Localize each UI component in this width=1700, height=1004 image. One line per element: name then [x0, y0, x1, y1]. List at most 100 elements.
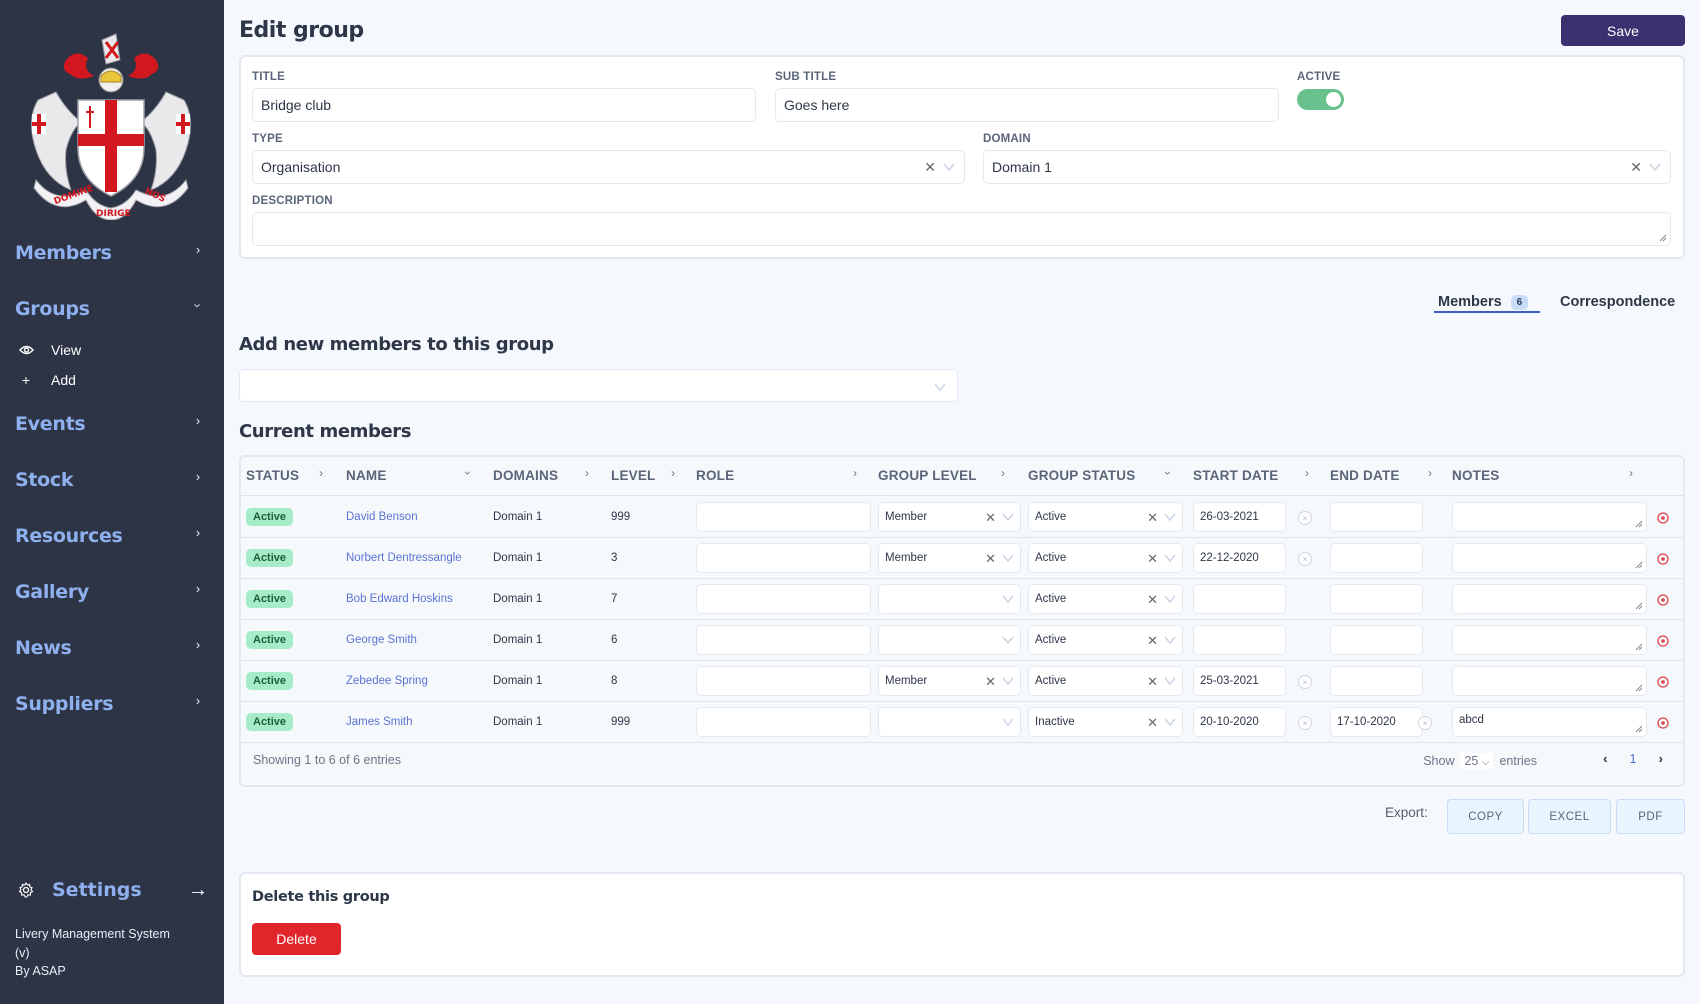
role-input[interactable] [696, 502, 871, 532]
start-date-input[interactable]: 25-03-2021 [1193, 666, 1286, 696]
role-input[interactable] [696, 707, 871, 737]
member-name-link[interactable]: Bob Edward Hoskins [346, 593, 453, 605]
member-name-link[interactable]: Zebedee Spring [346, 675, 428, 687]
remove-member-icon[interactable] [1657, 635, 1669, 647]
next-page-icon[interactable]: › [1659, 751, 1663, 766]
chevron-down-icon[interactable] [1001, 676, 1015, 686]
clear-icon[interactable]: ✕ [924, 160, 936, 174]
resize-handle-icon[interactable] [1635, 520, 1643, 528]
sidebar-item-suppliers[interactable]: Suppliers › [15, 689, 205, 719]
prev-page-icon[interactable]: ‹ [1603, 751, 1607, 766]
sort-desc-icon[interactable]: › [461, 471, 475, 475]
notes-textarea[interactable] [1452, 502, 1647, 532]
clear-icon[interactable]: ✕ [1147, 593, 1158, 606]
resize-handle-icon[interactable] [1635, 602, 1643, 610]
group-status-select[interactable]: Active ✕ [1028, 543, 1183, 573]
sidebar-item-news[interactable]: News › [15, 633, 205, 663]
group-level-select[interactable] [878, 625, 1021, 655]
remove-member-icon[interactable] [1657, 553, 1669, 565]
notes-textarea[interactable] [1452, 543, 1647, 573]
type-select[interactable]: Organisation ✕ [252, 150, 965, 184]
clear-icon[interactable]: ✕ [1147, 552, 1158, 565]
active-toggle[interactable] [1297, 89, 1344, 110]
group-level-select[interactable]: Member ✕ [878, 502, 1021, 532]
description-textarea[interactable] [252, 212, 1671, 246]
chevron-down-icon[interactable] [1163, 676, 1177, 686]
export-pdf-button[interactable]: PDF [1616, 799, 1685, 834]
sort-icon[interactable]: › [1001, 466, 1005, 480]
chevron-down-icon[interactable] [1001, 512, 1015, 522]
clear-icon[interactable]: ✕ [1147, 634, 1158, 647]
column-header-level[interactable]: LEVEL [611, 468, 656, 483]
start-date-input[interactable]: 22-12-2020 [1193, 543, 1286, 573]
sidebar-item-gallery[interactable]: Gallery › [15, 577, 205, 607]
start-date-input[interactable]: 20-10-2020 [1193, 707, 1286, 737]
chevron-down-icon[interactable] [942, 162, 956, 172]
column-header-name[interactable]: NAME [346, 468, 387, 483]
sidebar-item-groups[interactable]: Groups › [15, 294, 206, 324]
chevron-down-icon[interactable] [1001, 594, 1015, 604]
notes-textarea[interactable] [1452, 625, 1647, 655]
export-excel-button[interactable]: EXCEL [1528, 799, 1611, 834]
group-status-select[interactable]: Active ✕ [1028, 625, 1183, 655]
role-input[interactable] [696, 625, 871, 655]
sort-icon[interactable]: › [853, 466, 857, 480]
member-name-link[interactable]: Norbert Dentressangle [346, 552, 462, 564]
start-date-input[interactable] [1193, 625, 1286, 655]
group-level-select[interactable]: Member ✕ [878, 543, 1021, 573]
chevron-down-icon[interactable] [1163, 594, 1177, 604]
column-header-domains[interactable]: DOMAINS [493, 468, 558, 483]
chevron-down-icon[interactable] [1163, 512, 1177, 522]
clear-date-icon[interactable]: × [1418, 716, 1432, 730]
chevron-down-icon[interactable] [1001, 635, 1015, 645]
clear-icon[interactable]: ✕ [1147, 716, 1158, 729]
sidebar-item-stock[interactable]: Stock › [15, 465, 205, 495]
page-length-select[interactable]: 25 ⌵ [1460, 753, 1494, 769]
column-header-start-date[interactable]: START DATE [1193, 468, 1279, 483]
group-level-select[interactable]: Member ✕ [878, 666, 1021, 696]
remove-member-icon[interactable] [1657, 676, 1669, 688]
group-status-select[interactable]: Active ✕ [1028, 666, 1183, 696]
export-copy-button[interactable]: COPY [1447, 799, 1524, 834]
clear-icon[interactable]: ✕ [985, 675, 996, 688]
tab-members[interactable]: Members 6 [1438, 291, 1529, 313]
column-header-group-status[interactable]: GROUP STATUS [1028, 468, 1135, 483]
tab-correspondence[interactable]: Correspondence [1560, 291, 1675, 313]
member-name-link[interactable]: David Benson [346, 511, 418, 523]
group-level-select[interactable] [878, 707, 1021, 737]
group-status-select[interactable]: Inactive ✕ [1028, 707, 1183, 737]
clear-icon[interactable]: ✕ [1147, 675, 1158, 688]
column-header-role[interactable]: ROLE [696, 468, 734, 483]
resize-handle-icon[interactable] [1635, 725, 1643, 733]
sort-icon[interactable]: › [319, 466, 323, 480]
clear-icon[interactable]: ✕ [985, 511, 996, 524]
end-date-input[interactable] [1330, 666, 1423, 696]
role-input[interactable] [696, 584, 871, 614]
column-header-end-date[interactable]: END DATE [1330, 468, 1400, 483]
group-status-select[interactable]: Active ✕ [1028, 502, 1183, 532]
sidebar-item-events[interactable]: Events › [15, 409, 205, 439]
sidebar-subitem-add[interactable]: + Add [18, 369, 76, 391]
sidebar-subitem-view[interactable]: View [18, 339, 81, 361]
subtitle-input[interactable]: Goes here [775, 88, 1279, 122]
sidebar-item-resources[interactable]: Resources › [15, 521, 205, 551]
start-date-input[interactable] [1193, 584, 1286, 614]
title-input[interactable]: Bridge club [252, 88, 756, 122]
settings-link[interactable]: Settings → [18, 876, 208, 904]
column-header-status[interactable]: STATUS [246, 468, 299, 483]
chevron-down-icon[interactable] [1163, 553, 1177, 563]
end-date-input[interactable] [1330, 543, 1423, 573]
sort-icon[interactable]: › [1428, 466, 1432, 480]
clear-date-icon[interactable]: × [1298, 552, 1312, 566]
column-header-notes[interactable]: NOTES [1452, 468, 1500, 483]
sidebar-item-members[interactable]: Members › [15, 238, 205, 268]
clear-date-icon[interactable]: × [1298, 511, 1312, 525]
add-members-select[interactable] [239, 369, 958, 402]
sort-icon[interactable]: › [671, 466, 675, 480]
chevron-down-icon[interactable] [1001, 717, 1015, 727]
remove-member-icon[interactable] [1657, 594, 1669, 606]
resize-handle-icon[interactable] [1659, 234, 1667, 242]
role-input[interactable] [696, 666, 871, 696]
remove-member-icon[interactable] [1657, 717, 1669, 729]
end-date-input[interactable]: 17-10-2020 [1330, 707, 1423, 737]
